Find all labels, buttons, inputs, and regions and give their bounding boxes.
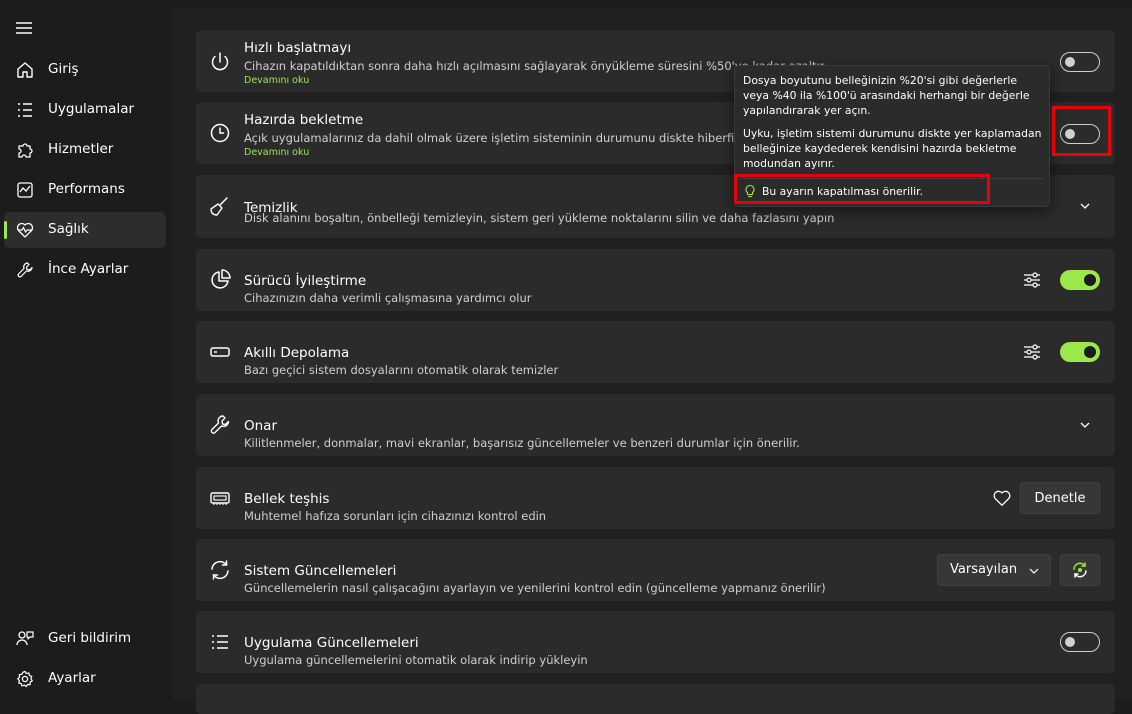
sidebar-item-feedback[interactable]: Geri bildirim [4, 621, 166, 657]
card-app-updates: Uygulama Güncellemeleri Uygulama güncell… [196, 611, 1115, 673]
power-icon [211, 52, 229, 71]
sidebar-item-performance[interactable]: Performans [4, 172, 166, 208]
refresh-icon [1073, 562, 1087, 578]
card-title: Akıllı Depolama [244, 345, 350, 361]
smart-storage-toggle[interactable] [1060, 342, 1100, 362]
sliders-icon[interactable] [1022, 342, 1042, 362]
gear-icon [17, 670, 33, 688]
card-system-updates: Sistem Güncellemeleri Güncellemelerin na… [196, 539, 1115, 601]
refresh-icon [211, 560, 229, 580]
sidebar-item-label: Giriş [48, 61, 79, 77]
drive-icon [210, 347, 230, 357]
tooltip-paragraph: Uyku, işletim sistemi durumunu diskte ye… [743, 127, 1042, 170]
card-title: Sürücü İyileştirme [244, 273, 367, 289]
sidebar-item-tweaks[interactable]: İnce Ayarlar [4, 252, 166, 288]
feedback-icon [16, 631, 34, 646]
card-next-partial [196, 684, 1115, 714]
heart-icon[interactable] [991, 487, 1013, 509]
sidebar-item-health[interactable]: Sağlık [4, 212, 166, 248]
check-memory-button[interactable]: Denetle [1020, 482, 1100, 514]
card-title: Bellek teşhis [244, 491, 330, 507]
sidebar-item-label: Hizmetler [48, 141, 114, 157]
sidebar-item-label: Sağlık [48, 221, 89, 237]
puzzle-icon [18, 143, 33, 158]
sidebar-item-apps[interactable]: Uygulamalar [4, 92, 166, 128]
heart-pulse-icon [16, 222, 34, 238]
checklist-icon [212, 635, 228, 649]
sidebar: Giriş Uygulamalar Hizmetler Performans S… [0, 0, 172, 701]
card-description: Bazı geçici sistem dosyalarını otomatik … [244, 363, 559, 377]
broom-icon [210, 197, 228, 216]
clock-icon [210, 123, 230, 143]
card-repair[interactable]: Onar Kilitlenmeler, donmalar, mavi ekran… [196, 394, 1115, 456]
sidebar-item-home[interactable]: Giriş [4, 52, 166, 88]
sidebar-item-services[interactable]: Hizmetler [4, 132, 166, 168]
tooltip-paragraph: Dosya boyutunu belleğinizin %20'si gibi … [743, 74, 1030, 117]
active-indicator [4, 221, 7, 239]
memory-chip-icon [210, 492, 230, 505]
app-updates-toggle[interactable] [1060, 632, 1100, 652]
card-title: Sistem Güncellemeleri [244, 563, 397, 579]
card-memory-diagnostics: Bellek teşhis Muhtemel hafıza sorunları … [196, 467, 1115, 529]
chevron-down-icon[interactable] [1078, 199, 1092, 213]
sliders-icon[interactable] [1022, 270, 1042, 290]
sidebar-item-label: Geri bildirim [48, 630, 132, 646]
card-description: Cihazınızın daha verimli çalışmasına yar… [244, 291, 532, 305]
sidebar-item-settings[interactable]: Ayarlar [4, 661, 166, 697]
read-more-link[interactable]: Devamını oku [244, 147, 309, 158]
select-value: Varsayılan [950, 562, 1018, 577]
card-title: Uygulama Güncellemeleri [244, 635, 419, 651]
card-description: Disk alanını boşaltın, önbelleği temizle… [244, 211, 835, 225]
read-more-link[interactable]: Devamını oku [244, 75, 309, 86]
chart-icon [17, 182, 33, 198]
sidebar-item-label: Performans [48, 181, 125, 197]
card-description: Kilitlenmeler, donmalar, mavi ekranlar, … [244, 436, 800, 450]
card-description: Muhtemel hafıza sorunları için cihazınız… [244, 509, 547, 523]
update-mode-select[interactable]: Varsayılan [937, 554, 1051, 586]
card-driver-optimization: Sürücü İyileştirme Cihazınızın daha veri… [196, 249, 1115, 311]
chevron-down-icon [1029, 568, 1039, 574]
sidebar-item-label: Uygulamalar [48, 101, 135, 117]
home-icon [17, 62, 33, 78]
wrench-icon [17, 262, 33, 278]
card-description: Uygulama güncellemelerini otomatik olara… [244, 653, 588, 667]
card-title: Hızlı başlatmayı [244, 40, 352, 56]
check-updates-button[interactable] [1060, 554, 1100, 586]
fast-startup-toggle[interactable] [1060, 52, 1100, 72]
highlight-box-toggle [1052, 106, 1111, 156]
hamburger-menu-icon[interactable] [14, 18, 34, 38]
sidebar-item-label: Ayarlar [48, 670, 96, 686]
driver-optimization-toggle[interactable] [1060, 270, 1100, 290]
card-smart-storage: Akıllı Depolama Bazı geçici sistem dosya… [196, 321, 1115, 383]
wrench-icon [210, 415, 230, 434]
pie-chart-icon [211, 269, 231, 289]
chevron-down-icon[interactable] [1078, 418, 1092, 432]
card-description: Açık uygulamalarınız da dahil olmak üzer… [244, 131, 771, 145]
list-icon [18, 103, 32, 117]
sidebar-item-label: İnce Ayarlar [48, 261, 129, 277]
card-description: Güncellemelerin nasıl çalışacağını ayarl… [244, 581, 826, 595]
highlight-box-tip [734, 174, 990, 204]
card-title: Hazırda bekletme [244, 112, 364, 128]
card-title: Onar [244, 418, 278, 434]
